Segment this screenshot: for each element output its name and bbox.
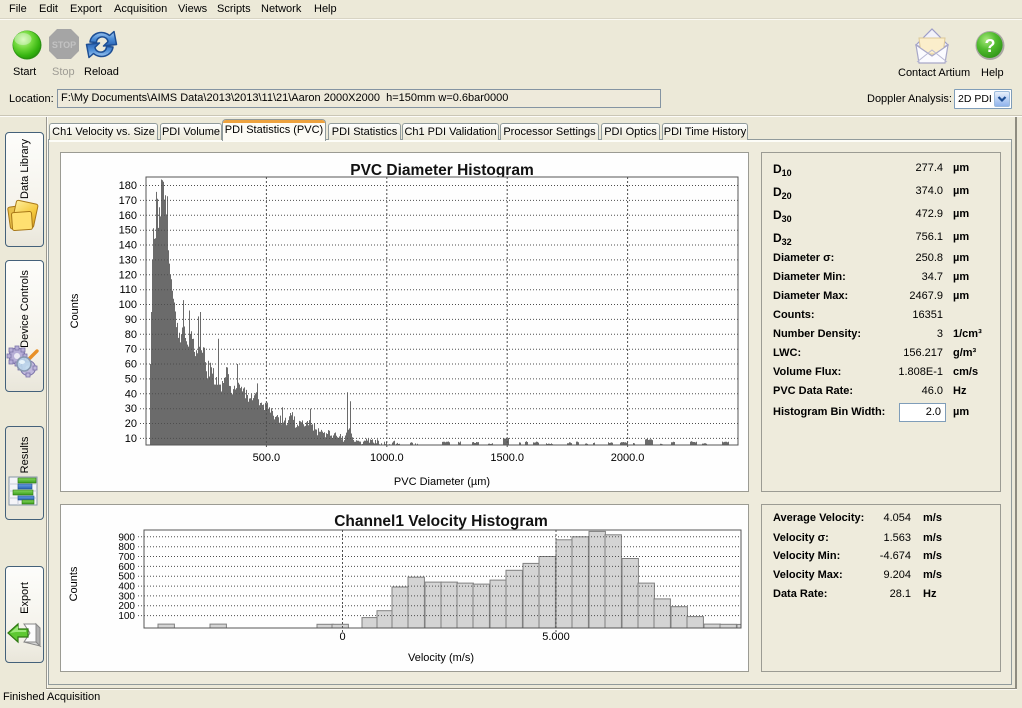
svg-text:70: 70	[125, 344, 137, 356]
svg-text:150: 150	[119, 225, 137, 237]
svg-text:170: 170	[119, 195, 137, 207]
svg-text:1000.0: 1000.0	[370, 452, 404, 464]
svg-text:Channel1 Velocity Histogram: Channel1 Velocity Histogram	[334, 513, 548, 530]
svg-text:200: 200	[118, 601, 135, 612]
svg-text:120: 120	[119, 269, 137, 281]
svg-text:60: 60	[125, 359, 137, 371]
svg-text:STOP: STOP	[52, 40, 76, 50]
svg-text:400: 400	[118, 582, 135, 593]
svg-text:500.0: 500.0	[253, 452, 281, 464]
svg-text:Counts: Counts	[68, 566, 80, 601]
svg-text:100: 100	[118, 611, 135, 622]
svg-text:900: 900	[118, 532, 135, 543]
svg-text:800: 800	[118, 542, 135, 553]
svg-text:5.000: 5.000	[542, 631, 570, 643]
svg-text:50: 50	[125, 373, 137, 385]
svg-text:500: 500	[118, 572, 135, 583]
svg-text:180: 180	[119, 180, 137, 192]
svg-text:0: 0	[339, 631, 345, 643]
svg-text:Counts: Counts	[69, 293, 81, 328]
svg-text:110: 110	[119, 284, 137, 296]
svg-text:PVC Diameter (µm): PVC Diameter (µm)	[394, 476, 490, 488]
svg-text:90: 90	[125, 314, 137, 326]
svg-text:?: ?	[985, 36, 996, 56]
svg-text:130: 130	[119, 254, 137, 266]
svg-text:30: 30	[125, 403, 137, 415]
svg-text:160: 160	[119, 210, 137, 222]
svg-text:Velocity (m/s): Velocity (m/s)	[408, 652, 474, 664]
svg-text:1500.0: 1500.0	[490, 452, 524, 464]
svg-text:40: 40	[125, 388, 137, 400]
svg-text:PVC Diameter Histogram: PVC Diameter Histogram	[350, 162, 533, 179]
svg-text:300: 300	[118, 591, 135, 602]
svg-text:2000.0: 2000.0	[611, 452, 645, 464]
svg-text:140: 140	[119, 240, 137, 252]
svg-text:10: 10	[125, 433, 137, 445]
svg-text:700: 700	[118, 552, 135, 563]
svg-text:80: 80	[125, 329, 137, 341]
svg-text:20: 20	[125, 418, 137, 430]
svg-text:600: 600	[118, 562, 135, 573]
svg-text:100: 100	[119, 299, 137, 311]
